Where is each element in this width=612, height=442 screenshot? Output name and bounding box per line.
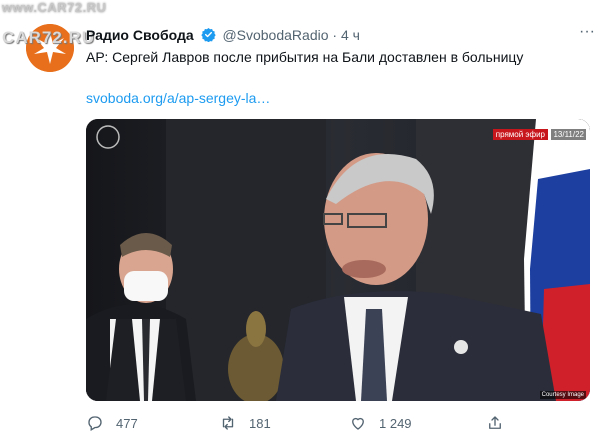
reply-count: 477 [116,415,138,431]
image-credit: Courtesy Image [539,391,586,399]
verified-badge-icon [200,27,216,42]
heart-icon [352,417,364,430]
more-options-button[interactable]: ··· [576,23,598,42]
tweet-header: Радио Свобода @SvobodaRadio · 4 ч [86,27,360,43]
tweet-text: АР: Сергей Лавров после прибытия на Бали… [86,49,524,65]
live-badge: прямой эфир [492,129,548,140]
broadcast-date: 13/11/22 [551,129,586,140]
more-dots-icon: ··· [579,23,595,40]
logo-watermark-text: CAR72.RU [2,28,96,47]
site-watermark: www.CAR72.RU [2,0,107,15]
tweet-media-image[interactable]: прямой эфир 13/11/22 Courtesy Image [86,119,590,401]
like-count: 1 249 [379,415,412,431]
tweet-actions-bar: 477 181 1 249 [86,414,590,436]
retweet-count: 181 [249,415,271,431]
tweet-link[interactable]: svoboda.org/a/ap-sergey-la… [86,90,270,106]
tweet-timestamp[interactable]: 4 ч [341,27,360,43]
share-icon [489,416,501,429]
reply-button[interactable]: 477 [86,414,138,432]
press-conference-photo [86,119,590,401]
share-button[interactable] [486,414,516,432]
reply-icon [88,416,102,431]
author-handle[interactable]: @SvobodaRadio [222,27,328,43]
like-button[interactable]: 1 249 [349,414,412,432]
retweet-icon [222,416,234,430]
retweet-button[interactable]: 181 [219,414,271,432]
author-name[interactable]: Радио Свобода [86,27,194,43]
separator-dot: · [332,27,338,43]
